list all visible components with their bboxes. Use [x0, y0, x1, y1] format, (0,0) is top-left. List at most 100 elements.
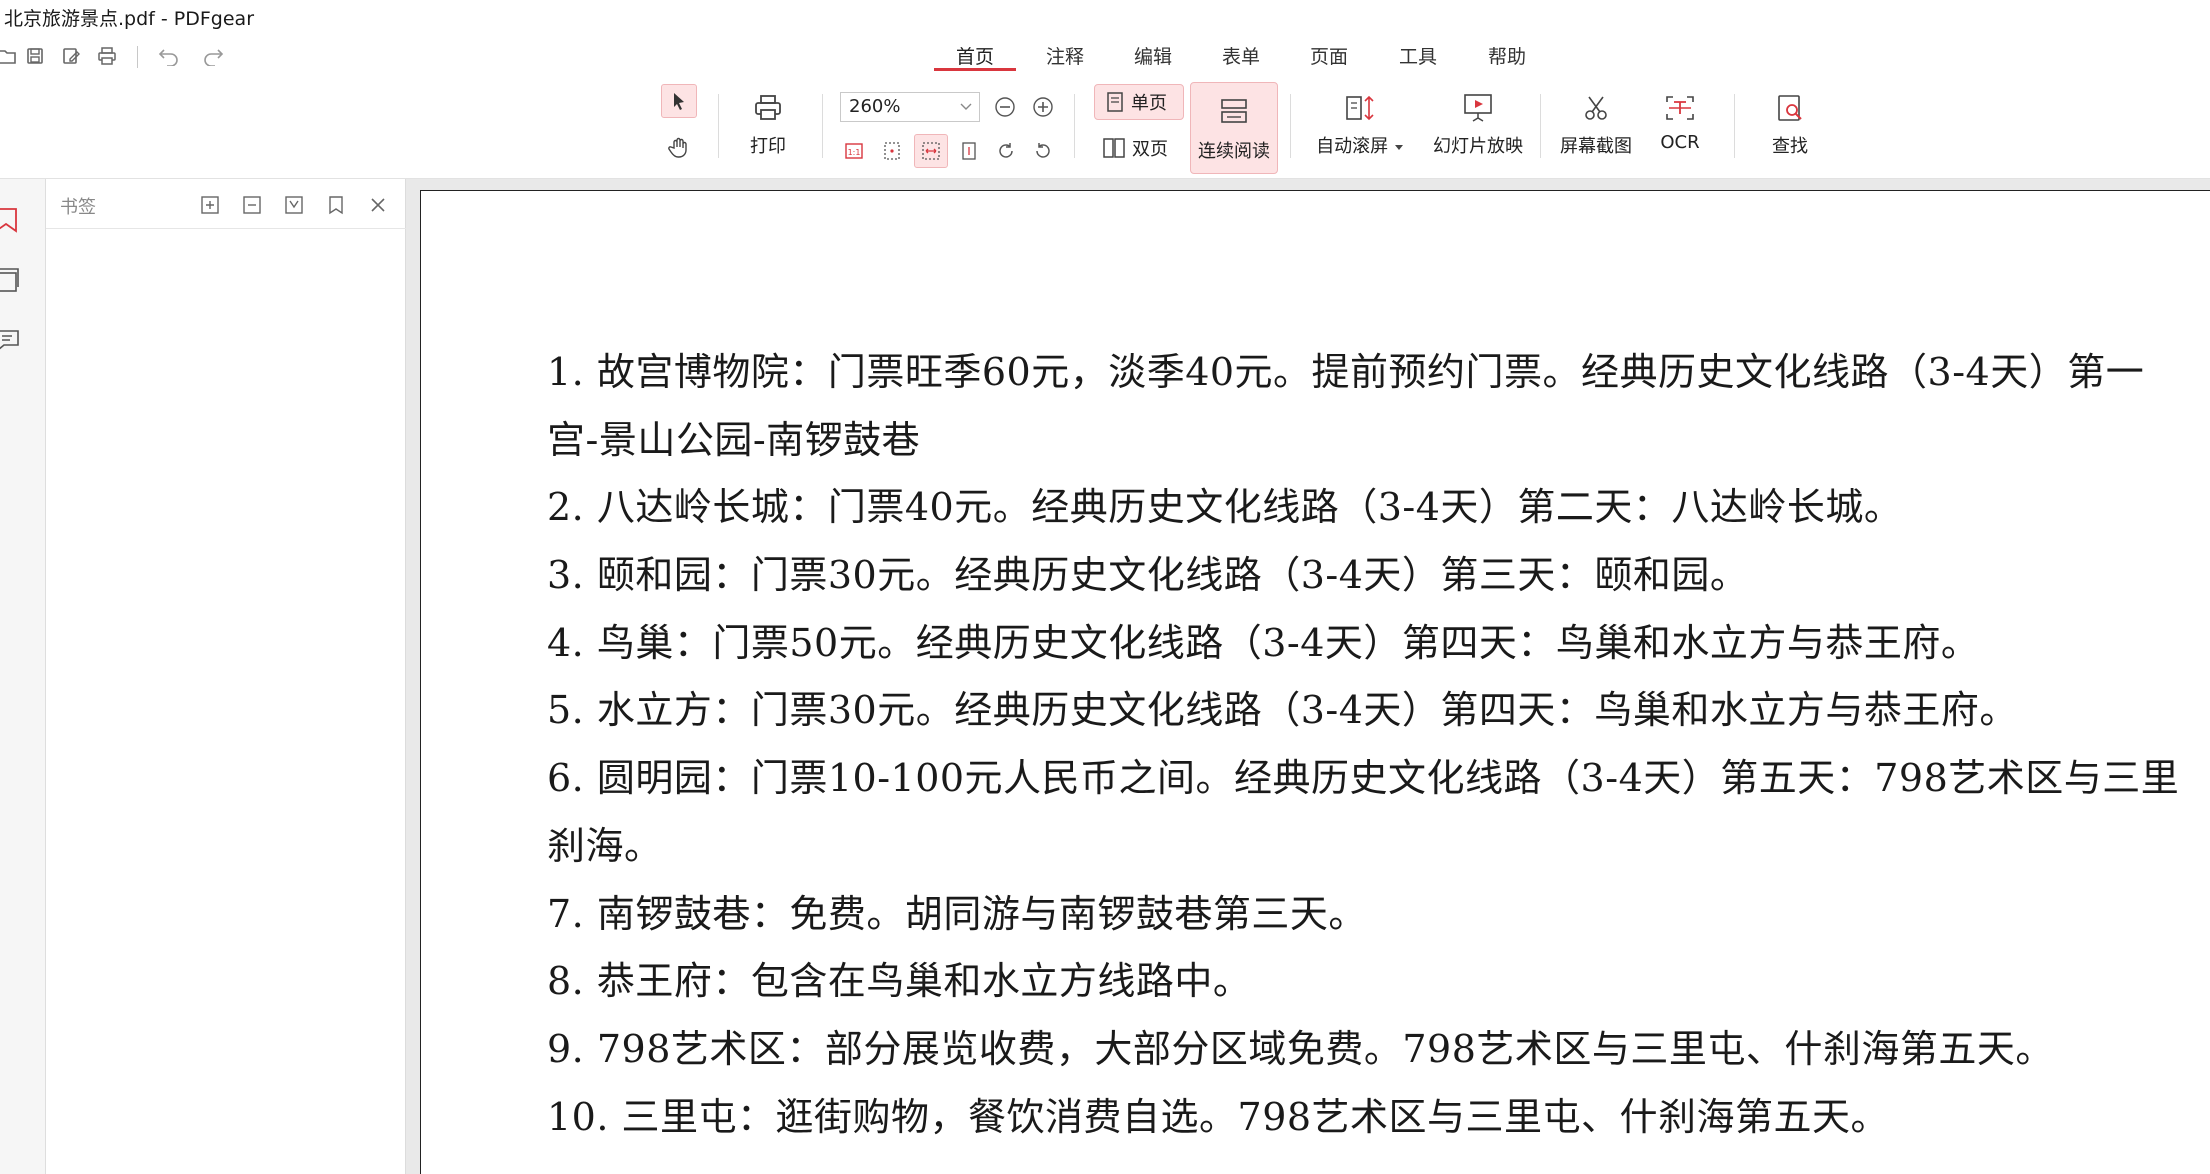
add-bookmark-button[interactable] [280, 191, 308, 219]
comments-panel-toggle[interactable] [0, 325, 22, 355]
bookmark-icon [0, 208, 17, 233]
fit-page-button[interactable] [877, 136, 907, 166]
chevron-down-icon [959, 98, 973, 117]
fit-page-icon [884, 142, 900, 160]
fit-width-icon [922, 142, 940, 160]
tab-page[interactable]: 页面 [1288, 42, 1370, 72]
slideshow-icon [1464, 94, 1492, 122]
document-line: 2. 八达岭长城：门票40元。经典历史文化线路（3-4天）第二天：八达岭长城。 [547, 485, 1903, 530]
side-rail [0, 179, 46, 1174]
add-bookmark-icon [285, 196, 303, 214]
rotate-right-button[interactable] [991, 136, 1021, 166]
pdf-page[interactable]: 1. 故宫博物院：门票旺季60元，淡季40元。提前预约门票。经典历史文化线路（3… [420, 190, 2210, 1174]
ribbon-separator [718, 94, 719, 158]
auto-scroll-button[interactable]: 自动滚屏 [1312, 88, 1408, 158]
window-title: 北京旅游景点.pdf - PDFgear [4, 8, 255, 30]
expand-all-icon [201, 196, 219, 214]
tab-tools[interactable]: 工具 [1377, 42, 1459, 72]
auto-scroll-label-wrap: 自动滚屏 [1316, 132, 1404, 158]
fit-width-button[interactable] [914, 134, 948, 168]
caret-down-icon [1394, 145, 1403, 150]
rotate-left-button[interactable] [1028, 136, 1058, 166]
document-line: 10. 三里屯：逛街购物，餐饮消费自选。798艺术区与三里屯、什刹海第五天。 [547, 1094, 1890, 1139]
document-line: 5. 水立方：门票30元。经典历史文化线路（3-4天）第四天：鸟巢和水立方与恭王… [547, 688, 2018, 733]
select-tool-button[interactable] [661, 84, 697, 118]
document-line: 宫-景山公园-南锣鼓巷 [547, 417, 921, 462]
collapse-all-button[interactable] [238, 191, 266, 219]
actual-size-icon: 1:1 [845, 143, 863, 159]
document-line: 1. 故宫博物院：门票旺季60元，淡季40元。提前预约门票。经典历史文化线路（3… [547, 350, 2145, 394]
tab-help[interactable]: 帮助 [1466, 42, 1548, 72]
fit-height-button[interactable] [954, 136, 984, 166]
tab-edit[interactable]: 编辑 [1112, 42, 1194, 72]
tab-annotate[interactable]: 注释 [1024, 42, 1106, 72]
print-label: 打印 [750, 136, 786, 157]
save-as-icon[interactable] [56, 38, 86, 74]
print-button[interactable]: 打印 [740, 88, 796, 158]
ribbon-separator [1540, 94, 1541, 158]
pdfgear-window: 北京旅游景点.pdf - PDFgear 首页 注释 编辑 表单 页面 工具 帮… [0, 0, 2210, 1174]
ribbon-separator [822, 94, 823, 158]
document-line: 6. 圆明园：门票10-100元人民币之间。经典历史文化线路（3-4天）第五天：… [547, 756, 2180, 801]
auto-scroll-icon [1346, 95, 1374, 121]
close-panel-button[interactable] [364, 191, 392, 219]
slideshow-button[interactable]: 幻灯片放映 [1426, 88, 1530, 158]
rotate-clockwise-icon [999, 143, 1013, 158]
close-icon [371, 198, 385, 212]
save-icon[interactable] [20, 38, 50, 74]
comment-icon [0, 330, 19, 350]
bookmark-panel-toggle[interactable] [0, 205, 22, 235]
collapse-all-icon [243, 196, 261, 214]
zoom-in-icon [1033, 97, 1053, 117]
undo-icon[interactable] [154, 38, 184, 74]
fit-height-icon [962, 142, 976, 160]
double-page-label: 双页 [1132, 139, 1168, 160]
find-icon [1778, 95, 1802, 121]
open-icon[interactable] [0, 38, 22, 74]
print-icon[interactable] [92, 38, 122, 74]
ribbon-separator [1734, 94, 1735, 158]
zoom-in-button[interactable] [1028, 92, 1058, 122]
bookmark-panel-title: 书签 [60, 197, 96, 218]
document-line: 3. 颐和园：门票30元。经典历史文化线路（3-4天）第三天：颐和园。 [547, 553, 1749, 598]
hand-tool-button[interactable] [661, 130, 697, 164]
zoom-select[interactable]: 260% [840, 92, 980, 122]
double-page-button[interactable]: 双页 [1094, 130, 1184, 166]
continuous-scroll-icon [1221, 99, 1247, 123]
bookmark-panel: 书签 [46, 179, 406, 1174]
actual-size-button[interactable]: 1:1 [839, 136, 869, 166]
document-line: 4. 鸟巢：门票50元。经典历史文化线路（3-4天）第四天：鸟巢和水立方与恭王府… [547, 620, 1980, 665]
find-label: 查找 [1772, 136, 1808, 157]
document-line: 7. 南锣鼓巷：免费。胡同游与南锣鼓巷第三天。 [547, 891, 1367, 936]
ocr-scan-icon [1666, 96, 1694, 120]
screenshot-label: 屏幕截图 [1560, 136, 1632, 157]
toolbar-separator [137, 46, 138, 68]
scissors-icon [1585, 96, 1607, 120]
cursor-arrow-icon [674, 93, 684, 110]
bookmark-outline-icon [329, 196, 343, 215]
find-button[interactable]: 查找 [1760, 88, 1820, 158]
double-page-icon [1103, 138, 1125, 158]
zoom-out-button[interactable] [990, 92, 1020, 122]
single-page-label: 单页 [1131, 93, 1167, 114]
ocr-label: OCR [1660, 132, 1700, 153]
single-page-button[interactable]: 单页 [1094, 84, 1184, 120]
zoom-out-icon [995, 97, 1015, 117]
rotate-counterclockwise-icon [1036, 143, 1050, 158]
auto-scroll-label: 自动滚屏 [1316, 136, 1389, 157]
printer-icon [755, 95, 781, 120]
hand-icon [668, 137, 687, 158]
screenshot-button[interactable]: 屏幕截图 [1556, 88, 1636, 158]
redo-icon[interactable] [198, 38, 228, 74]
continuous-reading-button[interactable]: 连续阅读 [1190, 82, 1278, 174]
ribbon-toolbar: 打印 260% 1:1 单页 双页 连续阅读 自动滚屏 幻灯片放映 屏幕截图 O… [0, 74, 2210, 178]
document-line: 8. 恭王府：包含在鸟巢和水立方线路中。 [547, 959, 1252, 1004]
thumbnail-panel-toggle[interactable] [0, 265, 22, 295]
ocr-button[interactable]: OCR [1650, 88, 1710, 153]
bookmark-options-button[interactable] [322, 191, 350, 219]
active-tab-indicator [934, 68, 1016, 71]
expand-all-button[interactable] [196, 191, 224, 219]
bookmark-panel-header: 书签 [46, 179, 406, 229]
tab-form[interactable]: 表单 [1200, 42, 1282, 72]
document-line: 9. 798艺术区：部分展览收费，大部分区域免费。798艺术区与三里屯、什刹海第… [547, 1026, 2054, 1071]
